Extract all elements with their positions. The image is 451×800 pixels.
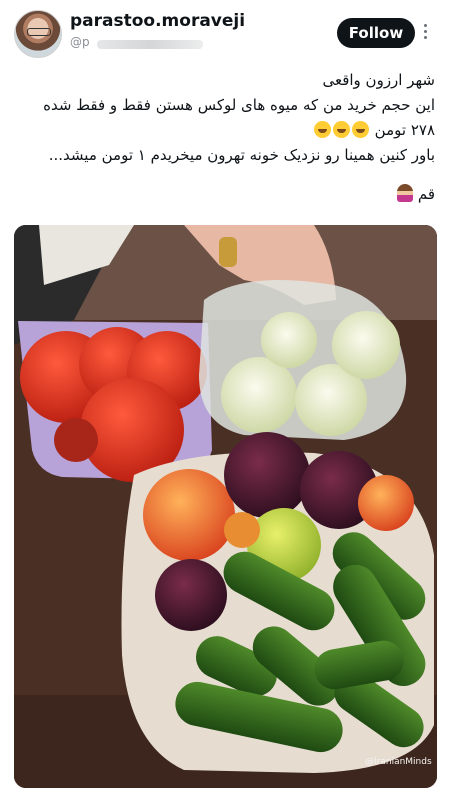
peach — [143, 469, 235, 561]
username[interactable]: parastoo.moraveji — [70, 11, 245, 31]
laughing-emoji-icon — [332, 121, 350, 138]
photo-watermark: @IranianMinds — [365, 757, 432, 767]
onion — [261, 312, 317, 368]
avatar-glasses — [27, 28, 51, 36]
post-photo[interactable] — [14, 225, 437, 788]
peach — [358, 475, 414, 531]
city-text: قم — [417, 185, 435, 203]
post-line-3: ۲۷۸ تومن — [15, 118, 435, 143]
handle-blurred — [97, 40, 203, 49]
laughing-emoji-icon — [313, 121, 331, 138]
price-text: ۲۷۸ تومن — [374, 121, 435, 139]
apricot — [224, 512, 260, 548]
tomato — [54, 418, 98, 462]
bracelet — [219, 237, 237, 267]
onion — [332, 311, 400, 379]
fruit-photo-illustration — [14, 225, 437, 788]
post-text: شهر ارزون واقعی این حجم خرید من که میوه … — [15, 68, 435, 168]
post-line-5: قم — [393, 184, 435, 203]
post-line-4: باور کنین همینا رو نزدیک خونه تهرون میخر… — [48, 146, 435, 164]
post-line-2: این حجم خرید من که میوه های لوکس هستن فق… — [43, 96, 435, 114]
post-header: parastoo.moraveji @p Follow — [0, 0, 451, 60]
plum — [155, 559, 227, 631]
plum — [224, 432, 310, 518]
follow-button[interactable]: Follow — [337, 18, 415, 48]
woman-facepalm-emoji-icon — [397, 184, 414, 202]
more-vertical-icon[interactable] — [423, 24, 429, 42]
onion — [221, 357, 297, 433]
avatar[interactable] — [14, 10, 62, 58]
post-line-1: شهر ارزون واقعی — [322, 71, 435, 89]
laughing-emoji-icon — [351, 121, 369, 138]
